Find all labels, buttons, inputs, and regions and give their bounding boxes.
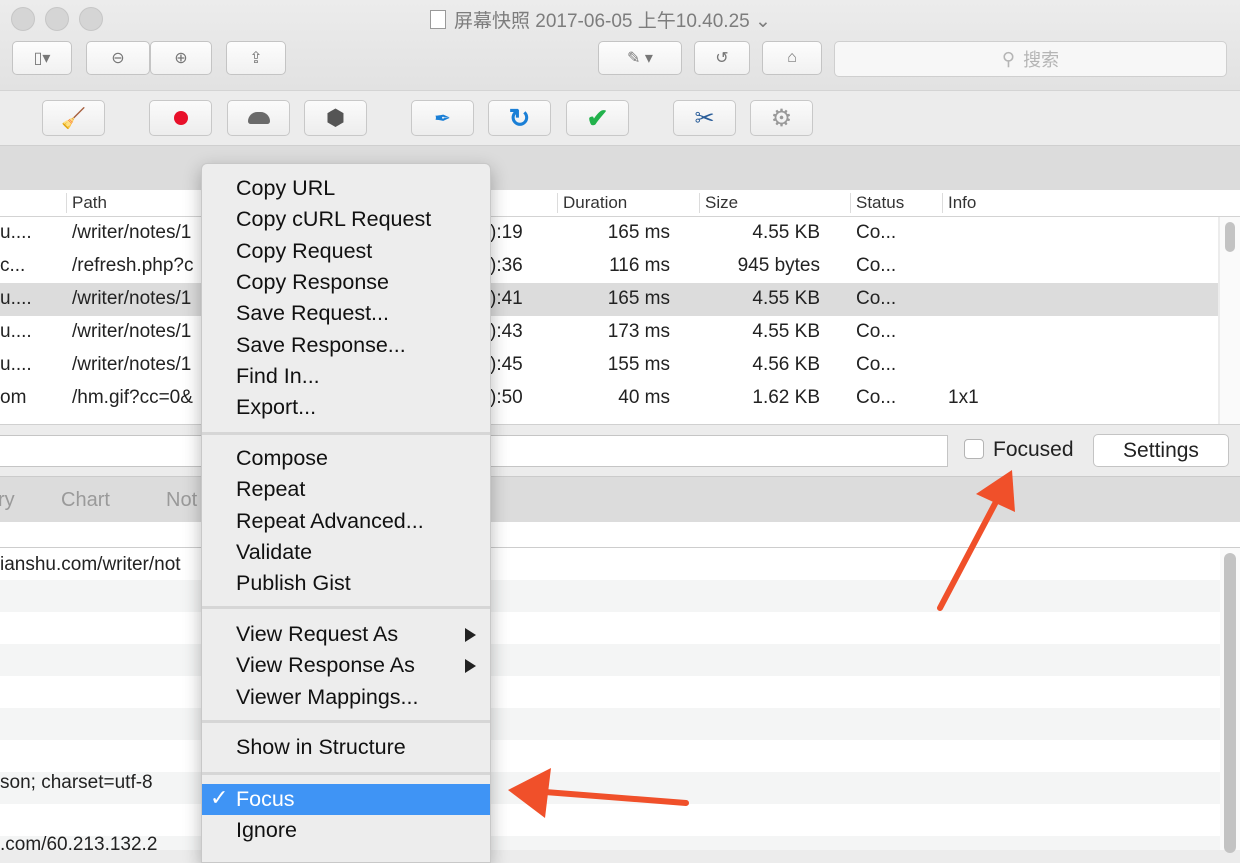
arrow-to-focused-checkbox xyxy=(937,470,1015,611)
arrow-to-focus-menu-item xyxy=(508,768,689,818)
annotation-arrows xyxy=(508,470,1015,818)
